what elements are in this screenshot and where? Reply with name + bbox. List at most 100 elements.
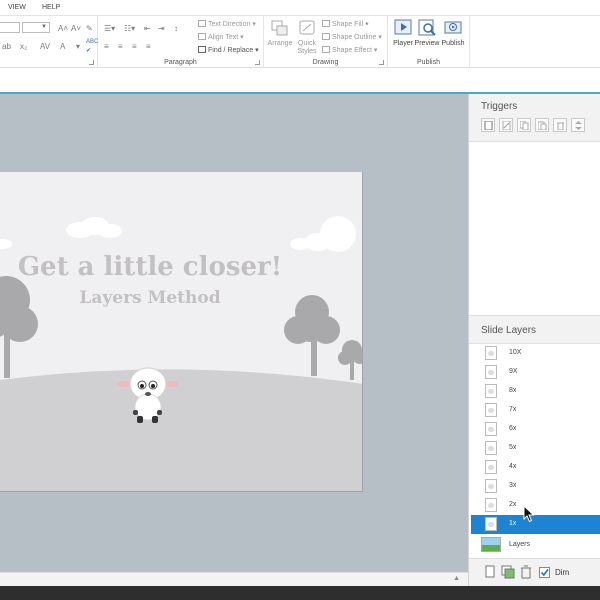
layer-row-4x[interactable]: 4x bbox=[471, 458, 600, 477]
layer-name: 1x bbox=[509, 520, 517, 527]
quick-styles-icon bbox=[299, 20, 315, 35]
shape-outline-button[interactable]: Shape Outline ▾ bbox=[322, 33, 382, 41]
trash-icon bbox=[521, 565, 531, 579]
shape-effect-button[interactable]: Shape Effect ▾ bbox=[322, 46, 377, 54]
find-replace-button[interactable]: Find / Replace ▾ bbox=[198, 46, 259, 54]
new-layer-button[interactable] bbox=[483, 565, 497, 579]
clear-format-icon[interactable]: ✎ bbox=[86, 24, 93, 33]
bullets-icon[interactable]: ☰▾ bbox=[104, 24, 115, 33]
arrange-icon bbox=[271, 20, 288, 36]
justify-icon[interactable]: ≡ bbox=[146, 42, 151, 51]
paragraph-group: ☰▾ ☷▾ ⇤ ⇥ ↕ ≡ ≡ ≡ ≡ Text Direction ▾ Ali… bbox=[98, 16, 264, 68]
subscript-icon[interactable]: x₂ bbox=[20, 42, 27, 51]
shrink-font-icon[interactable]: A˅ bbox=[71, 24, 81, 33]
layer-name: 2x bbox=[509, 501, 517, 508]
new-trigger-button[interactable] bbox=[481, 118, 495, 132]
slide-subtitle[interactable]: Layers Method bbox=[0, 288, 300, 308]
base-layer-thumbnail bbox=[481, 537, 501, 552]
layer-name: 6x bbox=[509, 425, 517, 432]
layer-row-3x[interactable]: 3x bbox=[471, 477, 600, 496]
align-center-icon[interactable]: ≡ bbox=[118, 42, 123, 51]
slide[interactable]: Get a little closer! Layers Method bbox=[0, 172, 363, 492]
delete-layer-button[interactable] bbox=[519, 565, 533, 579]
delete-trigger-button[interactable] bbox=[553, 118, 567, 132]
mouse-cursor-icon bbox=[523, 505, 535, 523]
font-size-combo[interactable]: ▼ bbox=[22, 22, 50, 33]
font-name-combo[interactable] bbox=[0, 22, 20, 33]
move-trigger-button[interactable] bbox=[571, 118, 585, 132]
decrease-indent-icon[interactable]: ⇤ bbox=[144, 24, 151, 33]
arrange-button[interactable]: Arrange bbox=[265, 18, 295, 48]
layer-name: 7x bbox=[509, 406, 517, 413]
increase-indent-icon[interactable]: ⇥ bbox=[158, 24, 165, 33]
binoculars-icon bbox=[198, 46, 206, 53]
spacing-icon[interactable]: AV bbox=[40, 42, 50, 51]
layer-thumbnail bbox=[485, 384, 497, 398]
checkmark-icon bbox=[540, 569, 549, 577]
strikethrough-icon[interactable]: ab bbox=[2, 42, 11, 51]
menu-view[interactable]: VIEW bbox=[8, 4, 26, 11]
base-layer-row[interactable]: Layers bbox=[471, 534, 600, 556]
slide-canvas[interactable]: Get a little closer! Layers Method bbox=[0, 94, 468, 572]
numbering-icon[interactable]: ☷▾ bbox=[124, 24, 135, 33]
layer-name: 9X bbox=[509, 368, 518, 375]
publish-label: Publish bbox=[441, 40, 465, 47]
line-spacing-icon[interactable]: ↕ bbox=[174, 24, 178, 33]
menu-bar: VIEW HELP bbox=[0, 0, 600, 16]
ribbon: ▼ A˄ A˅ ✎ ab x₂ AV A ▾ ABC ✔ ☰▾ ☷▾ ⇤ ⇥ ↕ … bbox=[0, 16, 600, 68]
triggers-list[interactable] bbox=[469, 142, 600, 316]
highlight-icon[interactable]: ▾ bbox=[76, 42, 80, 51]
cloud-edge bbox=[0, 239, 12, 249]
shape-effect-label: Shape Effect bbox=[332, 47, 372, 54]
spell-check-icon[interactable]: ABC ✔ bbox=[86, 38, 98, 56]
align-left-icon[interactable]: ≡ bbox=[104, 42, 109, 51]
layer-row-7x[interactable]: 7x bbox=[471, 401, 600, 420]
layer-row-9x[interactable]: 9X bbox=[471, 363, 600, 382]
layer-row-2x[interactable]: 2x bbox=[471, 496, 600, 515]
layer-name: 10X bbox=[509, 349, 522, 356]
layer-row-1x[interactable]: 1x bbox=[471, 515, 600, 534]
duplicate-layer-icon bbox=[501, 565, 515, 579]
quick-styles-label: Quick Styles bbox=[297, 40, 317, 55]
layer-row-6x[interactable]: 6x bbox=[471, 420, 600, 439]
paste-trigger-button[interactable] bbox=[535, 118, 549, 132]
align-text-button[interactable]: Align Text ▾ bbox=[198, 33, 244, 41]
layer-thumbnail bbox=[485, 346, 497, 360]
align-right-icon[interactable]: ≡ bbox=[132, 42, 137, 51]
publish-group-label: Publish bbox=[417, 59, 440, 66]
paragraph-dialog-launcher[interactable] bbox=[255, 60, 260, 65]
layer-row-10x[interactable]: 10X bbox=[471, 344, 600, 363]
grow-font-icon[interactable]: A˄ bbox=[58, 24, 68, 33]
triggers-header: Triggers bbox=[469, 94, 600, 142]
quick-styles-button[interactable]: Quick Styles bbox=[292, 18, 322, 56]
base-layer-name: Layers bbox=[509, 541, 531, 548]
shape-outline-label: Shape Outline bbox=[332, 34, 377, 41]
font-dialog-launcher[interactable] bbox=[89, 60, 94, 65]
shape-fill-icon bbox=[322, 20, 330, 27]
layer-row-8x[interactable]: 8x bbox=[471, 382, 600, 401]
shape-outline-icon bbox=[322, 33, 330, 40]
copy-trigger-button[interactable] bbox=[517, 118, 531, 132]
scroll-up-icon[interactable]: ▲ bbox=[453, 575, 460, 582]
shape-fill-button[interactable]: Shape Fill ▾ bbox=[322, 20, 369, 28]
drawing-dialog-launcher[interactable] bbox=[379, 60, 384, 65]
edit-trigger-button[interactable] bbox=[499, 118, 513, 132]
layer-thumbnail bbox=[485, 365, 497, 379]
layer-row-5x[interactable]: 5x bbox=[471, 439, 600, 458]
slide-artwork bbox=[0, 216, 362, 491]
font-color-icon[interactable]: A bbox=[60, 42, 65, 51]
player-icon bbox=[394, 19, 412, 35]
new-file-icon bbox=[484, 121, 493, 130]
horizontal-scrollbar[interactable]: ▲ bbox=[0, 572, 468, 586]
duplicate-layer-button[interactable] bbox=[501, 565, 515, 579]
menu-help[interactable]: HELP bbox=[42, 4, 60, 11]
align-text-label: Align Text bbox=[208, 34, 239, 41]
copy-icon bbox=[520, 121, 529, 130]
text-direction-icon bbox=[198, 20, 206, 27]
slide-title[interactable]: Get a little closer! bbox=[0, 252, 300, 282]
text-direction-button[interactable]: Text Direction ▾ bbox=[198, 20, 256, 28]
dim-checkbox[interactable] bbox=[539, 567, 550, 578]
drawing-group: Arrange Quick Styles Shape Fill ▾ Shape … bbox=[264, 16, 388, 68]
slide-layers-header: Slide Layers bbox=[469, 316, 600, 344]
publish-button[interactable]: Publish bbox=[438, 18, 468, 48]
